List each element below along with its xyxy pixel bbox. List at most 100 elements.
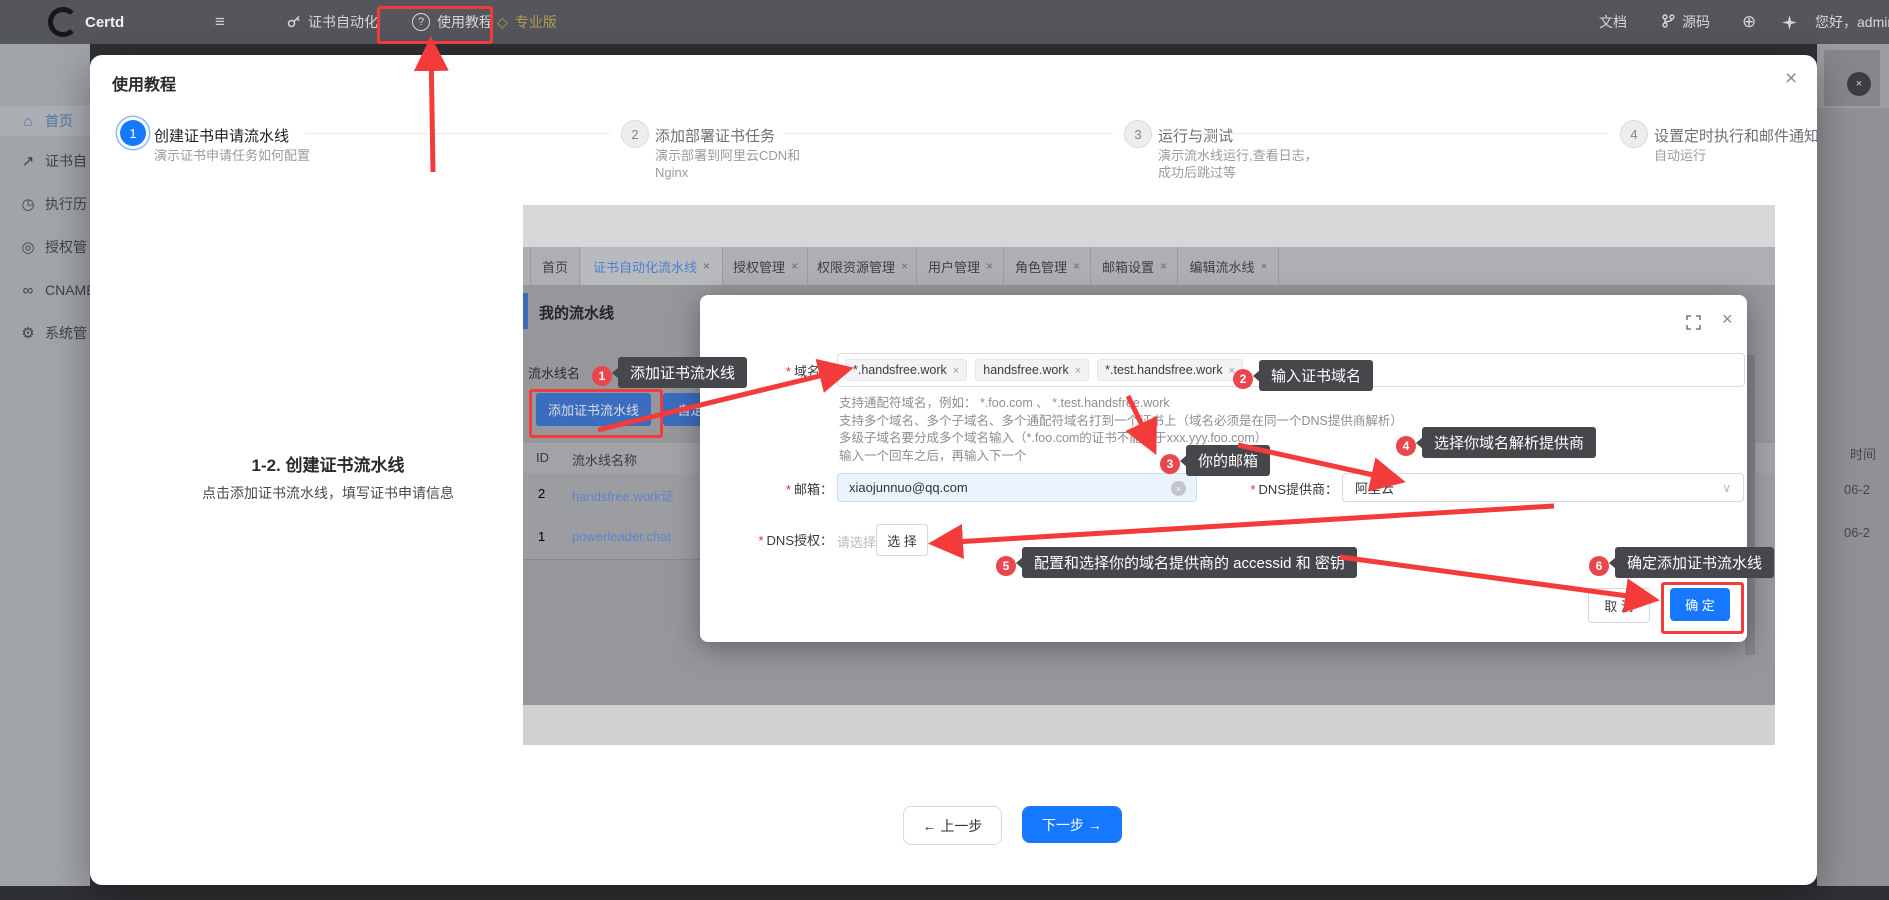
annotation-badge-6: 6 (1589, 556, 1609, 576)
panel-title: 我的流水线 (539, 302, 614, 323)
highlight-box-confirm-button (1661, 582, 1744, 634)
annotation-badge-5: 5 (996, 556, 1016, 576)
tab-close-icon: × (1073, 259, 1080, 273)
key-icon (287, 14, 301, 31)
user-greeting[interactable]: 您好，admin (1815, 0, 1889, 44)
highlight-box-tutorial-nav (377, 6, 493, 44)
sidebar-item-authorization[interactable]: ◎ 授权管 (0, 232, 90, 262)
prev-step-button[interactable]: ← 上一步 (903, 806, 1002, 845)
email-field[interactable]: xiaojunnuo@qq.com (837, 473, 1197, 502)
target-icon: ◎ (20, 238, 36, 256)
annotation-tip-1: 添加证书流水线 (618, 357, 747, 388)
screenshot-header-band (523, 205, 1775, 247)
pipeline-link[interactable]: handsfree.work证 (572, 486, 674, 505)
background-col-time: 时间 (1850, 444, 1876, 463)
step-3-desc: 演示流水线运行,查看日志，成功后跳过等 (1158, 147, 1330, 181)
dns-provider-select[interactable]: 阿里云 ∨ (1342, 473, 1744, 502)
annotation-tip-3: 你的邮箱 (1186, 445, 1270, 476)
tag-remove-icon[interactable]: × (953, 365, 959, 377)
sparkles-icon[interactable] (1782, 0, 1797, 44)
tab-edit-pipeline: 编辑流水线× (1179, 247, 1279, 285)
tab-email: 邮箱设置× (1092, 247, 1178, 285)
domain-tag[interactable]: handsfree.work× (975, 359, 1089, 381)
app-header: Certd ≡ 证书自动化 ? 使用教程 ◇ 专业版 文档 源码 ⊕ 您好，ad… (0, 0, 1889, 44)
language-globe-icon[interactable]: ⊕ (1742, 0, 1756, 44)
domain-tag[interactable]: *.test.handsfree.work× (1097, 359, 1243, 381)
sidebar-item-history[interactable]: ◷ 执行历 (0, 189, 90, 219)
tab-close-icon: × (703, 259, 710, 273)
tab-users: 用户管理× (918, 247, 1004, 285)
menu-fold-icon[interactable]: ≡ (215, 0, 225, 44)
tab-cert-pipeline: 证书自动化流水线× (581, 247, 723, 285)
annotation-badge-4: 4 (1396, 436, 1416, 456)
brand[interactable]: Certd (48, 0, 124, 44)
annotation-badge-1: 1 (592, 366, 612, 386)
sidebar-item-cert-automation[interactable]: ↗ 证书自 (0, 146, 90, 176)
screenshot-tabbar: 首页 证书自动化流水线× 授权管理× 权限资源管理× 用户管理× 角色管理× 邮… (523, 247, 1775, 285)
nav-source[interactable]: 源码 (1662, 0, 1710, 44)
git-branch-icon (1662, 14, 1675, 31)
dns-auth-label: *DNS授权： (703, 530, 833, 549)
sidebar-item-home[interactable]: ⌂ 首页 (0, 106, 90, 136)
annotation-tip-2: 输入证书域名 (1259, 360, 1373, 391)
annotation-badge-3: 3 (1160, 454, 1180, 474)
tab-permission: 权限资源管理× (809, 247, 917, 285)
certd-logo-icon (48, 7, 78, 37)
background-time-value: 06-2 (1844, 525, 1870, 540)
nav-pro[interactable]: ◇ 专业版 (497, 0, 557, 44)
background-tab-actions: × (1824, 50, 1880, 106)
step-4-indicator: 4 (1620, 120, 1648, 148)
dns-auth-placeholder: 请选择 (837, 532, 876, 551)
email-label: *邮箱： (703, 479, 833, 498)
tab-roles: 角色管理× (1005, 247, 1091, 285)
clock-icon: ◷ (20, 195, 36, 213)
step-2-title: 添加部署证书任务 (655, 125, 775, 146)
choose-dns-auth-button[interactable]: 选 择 (876, 524, 928, 556)
source-label: 源码 (1682, 12, 1710, 32)
step-4-title: 设置定时执行和邮件通知 (1654, 125, 1819, 146)
step-2-indicator: 2 (621, 120, 649, 148)
gear-icon: ⚙ (20, 324, 36, 342)
fullscreen-icon[interactable] (1686, 315, 1701, 330)
modal-title: 使用教程 (112, 71, 176, 95)
nav-cert-label: 证书自动化 (308, 12, 378, 32)
tab-close-icon: × (1160, 259, 1167, 273)
clear-input-icon[interactable]: × (1171, 481, 1186, 496)
domain-help-text: 支持通配符域名，例如： *.foo.com 、 *.test.handsfree… (839, 395, 1403, 465)
tab-home: 首页 (530, 247, 580, 285)
tab-close-icon: × (986, 259, 993, 273)
next-step-button[interactable]: 下一步 → (1022, 806, 1122, 843)
dialog-close-icon[interactable]: × (1722, 309, 1733, 330)
chart-icon: ↗ (20, 152, 36, 170)
pipeline-link[interactable]: powerleader.chat (572, 529, 671, 544)
step-4-desc: 自动运行 (1654, 147, 1826, 164)
chevron-down-icon: ∨ (1722, 481, 1731, 495)
sidebar-nav: ⌂ 首页 ↗ 证书自 ◷ 执行历 ◎ 授权管 ∞ CNAME ⚙ 系统管 (0, 44, 90, 886)
nav-docs[interactable]: 文档 (1599, 0, 1627, 44)
close-circle-icon: × (1847, 72, 1871, 96)
cancel-button[interactable]: 取 消 (1588, 588, 1650, 623)
domain-tag[interactable]: *.handsfree.work× (845, 359, 967, 381)
nav-cert-automation[interactable]: 证书自动化 (287, 0, 378, 44)
background-time-value: 06-2 (1844, 482, 1870, 497)
nav-pro-label: 专业版 (515, 12, 557, 32)
modal-close-icon[interactable]: × (1785, 67, 1797, 91)
annotation-tip-6: 确定添加证书流水线 (1615, 547, 1774, 578)
link-icon: ∞ (20, 282, 36, 299)
step-2-desc: 演示部署到阿里云CDN和Nginx (655, 147, 827, 181)
annotation-tip-4: 选择你域名解析提供商 (1422, 427, 1596, 458)
background-app-right-edge: × 时间 06-2 06-2 (1817, 44, 1889, 886)
brand-name: Certd (85, 14, 124, 31)
diamond-icon: ◇ (497, 14, 508, 31)
section-desc: 点击添加证书流水线，填写证书申请信息 (148, 483, 508, 503)
highlight-box-add-button (529, 389, 663, 438)
step-1-title: 创建证书申请流水线 (154, 125, 289, 146)
docs-label: 文档 (1599, 12, 1627, 32)
tab-auth: 授权管理× (724, 247, 808, 285)
home-icon: ⌂ (20, 113, 36, 130)
annotation-badge-2: 2 (1233, 369, 1253, 389)
tag-remove-icon[interactable]: × (1075, 365, 1081, 377)
sidebar-item-system[interactable]: ⚙ 系统管 (0, 318, 90, 348)
sidebar-item-cname[interactable]: ∞ CNAME (0, 275, 90, 305)
annotation-tip-5: 配置和选择你的域名提供商的 accessid 和 密钥 (1022, 547, 1357, 578)
